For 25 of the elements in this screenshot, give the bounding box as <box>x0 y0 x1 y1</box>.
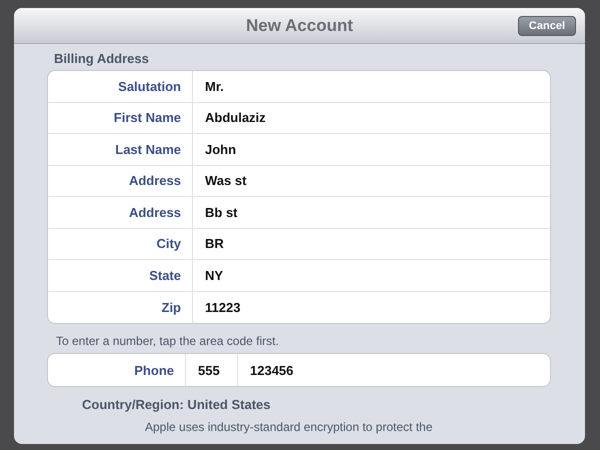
field-label: Address <box>48 197 193 228</box>
field-label: State <box>48 260 193 290</box>
hint-text: To enter a number, tap the area code first. <box>55 333 280 350</box>
cancel-button[interactable]: Cancel <box>518 16 576 36</box>
input-field[interactable]: Mr. <box>193 71 224 102</box>
field-label: Salutation <box>48 71 193 102</box>
phone-number-field[interactable]: 123456 <box>238 354 294 386</box>
input-field[interactable]: 11223 <box>193 292 240 323</box>
input-field[interactable]: Abdulaziz <box>193 102 266 133</box>
input-field[interactable]: Bb st <box>193 197 238 228</box>
input-field[interactable]: Was st <box>193 166 246 196</box>
country-region-link[interactable]: Country/Region: United States <box>47 387 551 412</box>
input-field[interactable]: NY <box>193 260 224 290</box>
field-label: Phone <box>48 354 186 386</box>
field-label: City <box>48 228 193 259</box>
area-code-field[interactable]: 555 <box>186 354 238 386</box>
input-field[interactable]: BR <box>193 228 224 259</box>
field-label: Address <box>48 166 193 196</box>
window-title: New Account <box>246 16 354 36</box>
field-label: First Name <box>48 102 193 133</box>
section-heading: Billing Address <box>53 50 150 68</box>
field-label: Zip <box>48 292 193 323</box>
field-label: Last Name <box>48 134 193 164</box>
input-field[interactable]: John <box>193 134 236 164</box>
encryption-note: Apple uses industry-standard encryption to protect the <box>144 419 434 434</box>
